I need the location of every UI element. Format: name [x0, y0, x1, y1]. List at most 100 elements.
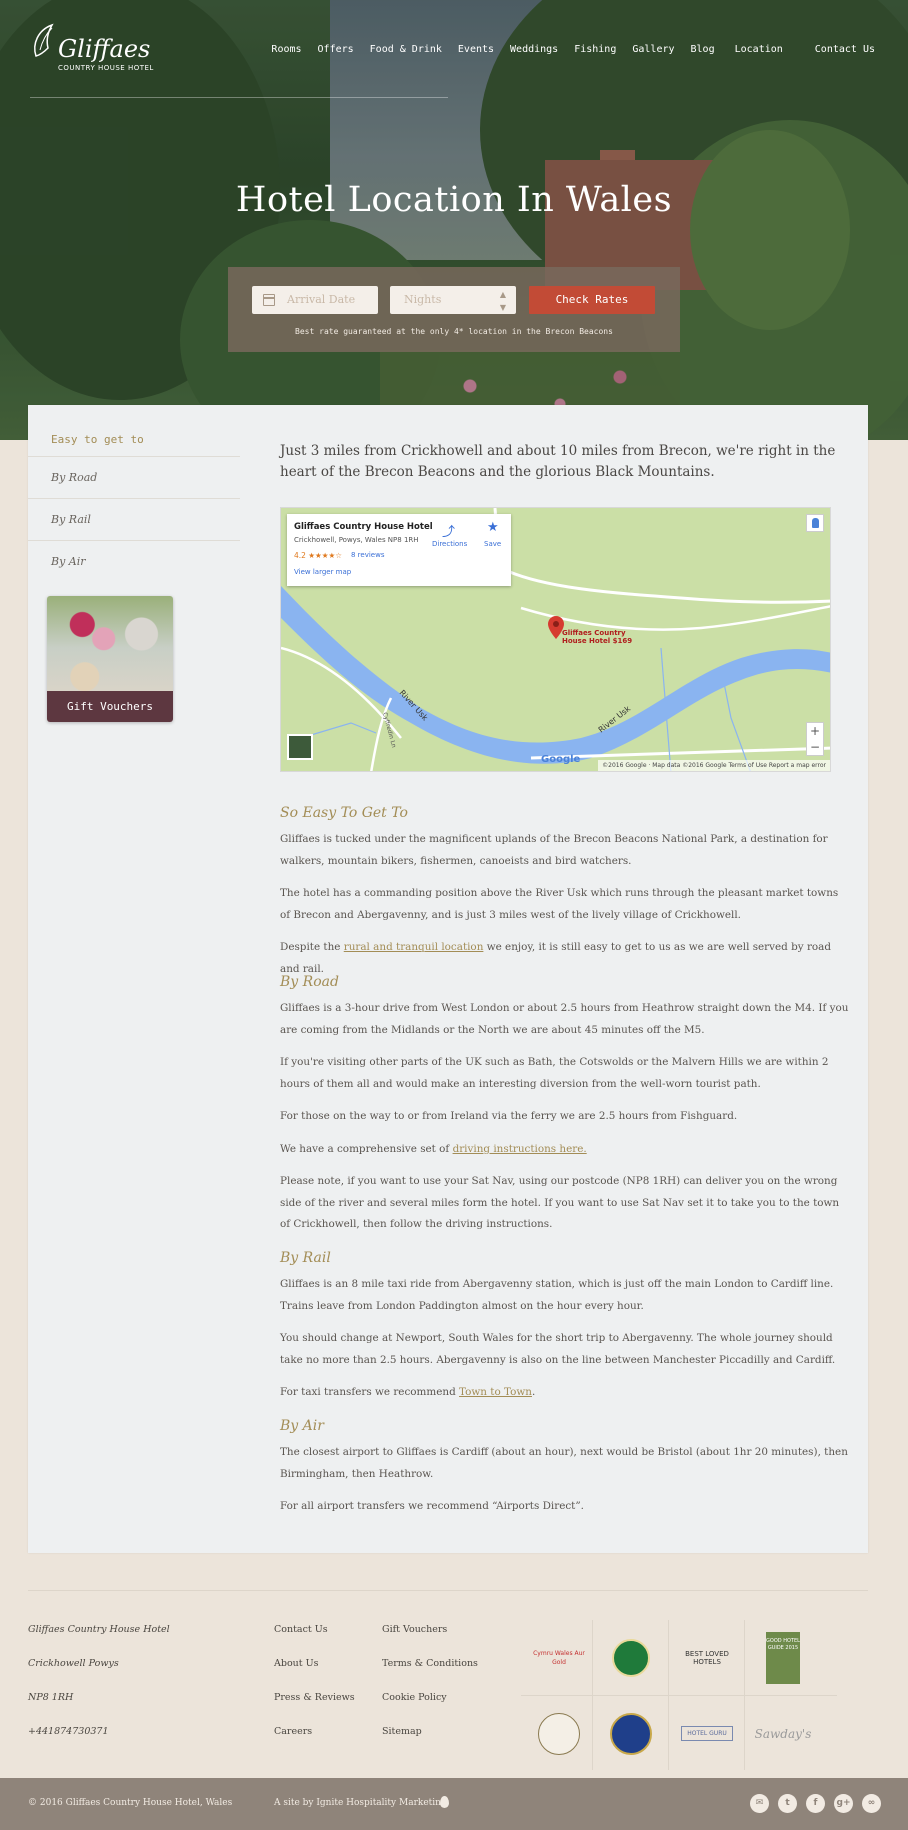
main-nav: Rooms Offers Food & Drink Events Wedding…: [271, 44, 875, 55]
footer-links-2: Gift Vouchers Terms & Conditions Cookie …: [382, 1620, 478, 1756]
select-arrows-icon: ▲ ▼: [499, 290, 506, 312]
sidebar-heading: Easy to get to: [28, 423, 240, 457]
nav-events[interactable]: Events: [458, 44, 494, 55]
slow-food-badge-icon[interactable]: [593, 1620, 669, 1695]
tripadvisor-icon[interactable]: ∞: [862, 1794, 881, 1813]
best-rate-note: Best rate guaranteed at the only 4* loca…: [295, 327, 613, 336]
footer-link-cookie[interactable]: Cookie Policy: [382, 1688, 478, 1722]
footer-link-vouchers[interactable]: Gift Vouchers: [382, 1620, 478, 1654]
good-hotel-guide-badge-icon[interactable]: GOOD HOTEL GUIDE 2015: [745, 1620, 821, 1695]
save-link[interactable]: Save: [484, 540, 501, 548]
nav-rooms[interactable]: Rooms: [271, 44, 301, 55]
sidebar: Easy to get to By Road By Rail By Air Gi…: [28, 423, 240, 722]
supporters-scheme-badge-icon[interactable]: [521, 1696, 597, 1771]
check-rates-button[interactable]: Check Rates: [529, 286, 655, 314]
rural-location-link[interactable]: rural and tranquil location: [344, 941, 484, 953]
directions-link[interactable]: Directions: [432, 540, 467, 548]
paragraph: Please note, if you want to use your Sat…: [280, 1175, 840, 1230]
mail-icon[interactable]: ✉: [750, 1794, 769, 1813]
content-card: Easy to get to By Road By Rail By Air Gi…: [28, 405, 868, 1553]
visit-wales-gold-badge-icon[interactable]: Cymru Wales Aur Gold: [521, 1620, 597, 1695]
intro-text: Just 3 miles from Crickhowell and about …: [280, 443, 836, 480]
sidebar-item-by-road[interactable]: By Road: [28, 457, 240, 499]
save-star-icon[interactable]: ★: [487, 520, 499, 535]
view-larger-map-link[interactable]: View larger map: [294, 568, 351, 576]
google-logo: Google: [541, 754, 581, 765]
section-by-road: By Road Gliffaes is a 3-hour drive from …: [280, 974, 850, 1247]
map-attribution: ©2016 Google · Map data ©2016 Google Ter…: [598, 760, 830, 771]
google-map[interactable]: River Usk River Usk Cyffredin Ln Gliffae…: [280, 507, 831, 772]
section-title: By Road: [280, 974, 339, 990]
nav-gallery[interactable]: Gallery: [632, 44, 674, 55]
logo-name: Gliffaes: [58, 35, 151, 63]
footer-address: Gliffaes Country House Hotel Crickhowell…: [28, 1620, 170, 1756]
page-title: Hotel Location In Wales: [235, 180, 673, 220]
section-by-rail: By Rail Gliffaes is an 8 mile taxi ride …: [280, 1250, 850, 1415]
footer-link-careers[interactable]: Careers: [274, 1722, 355, 1756]
paragraph: For those on the way to or from Ireland …: [280, 1110, 738, 1122]
map-place-name: Gliffaes Country House Hotel: [294, 522, 433, 532]
satellite-toggle[interactable]: [287, 734, 313, 760]
zoom-controls[interactable]: + −: [806, 722, 824, 756]
footer-link-press[interactable]: Press & Reviews: [274, 1688, 355, 1722]
footer-town: Crickhowell Powys: [28, 1658, 119, 1669]
map-pin-label: Gliffaes Country House Hotel $169: [562, 629, 633, 645]
sidebar-item-by-rail[interactable]: By Rail: [28, 499, 240, 541]
intro-block: Just 3 miles from Crickhowell and about …: [280, 441, 850, 483]
sawdays-badge-icon[interactable]: Sawday's: [745, 1696, 821, 1771]
nav-fishing[interactable]: Fishing: [574, 44, 616, 55]
nav-location[interactable]: Location: [735, 44, 783, 55]
voucher-photo: [47, 596, 173, 691]
paragraph: For taxi transfers we recommend Town to …: [280, 1386, 536, 1398]
sidebar-item-by-air[interactable]: By Air: [28, 541, 240, 583]
twitter-icon[interactable]: t: [778, 1794, 797, 1813]
nav-food-drink[interactable]: Food & Drink: [370, 44, 442, 55]
nav-contact-us[interactable]: Contact Us: [815, 44, 875, 55]
nav-weddings[interactable]: Weddings: [510, 44, 558, 55]
footer-divider: [28, 1590, 868, 1591]
paragraph: Gliffaes is a 3-hour drive from West Lon…: [280, 1002, 849, 1036]
town-to-town-link[interactable]: Town to Town: [459, 1386, 532, 1398]
logo[interactable]: Gliffaes COUNTRY HOUSE HOTEL: [30, 18, 153, 73]
nav-divider: [30, 97, 448, 98]
hotel-guru-badge-icon[interactable]: HOTEL GURU: [669, 1696, 745, 1771]
paragraph: You should change at Newport, South Wale…: [280, 1332, 836, 1366]
section-title: By Rail: [280, 1250, 331, 1266]
footer-bar: © 2016 Gliffaes Country House Hotel, Wal…: [0, 1778, 908, 1830]
map-reviews-link[interactable]: 8 reviews: [351, 551, 384, 559]
facebook-icon[interactable]: f: [806, 1794, 825, 1813]
logo-subtitle: COUNTRY HOUSE HOTEL: [58, 64, 154, 72]
directions-icon[interactable]: ⤴: [442, 521, 455, 540]
footer-phone[interactable]: +441874730371: [28, 1722, 170, 1756]
footer-link-about[interactable]: About Us: [274, 1654, 355, 1688]
driving-instructions-link[interactable]: driving instructions here.: [453, 1143, 587, 1155]
map-info-window: Gliffaes Country House Hotel Crickhowell…: [287, 514, 511, 586]
section-title: By Air: [280, 1418, 324, 1434]
footer-links-1: Contact Us About Us Press & Reviews Care…: [274, 1620, 355, 1756]
awards-badges: Cymru Wales Aur Gold BEST LOVED HOTELS G…: [521, 1620, 837, 1770]
britains-finest-badge-icon[interactable]: [593, 1696, 669, 1771]
footer-link-sitemap[interactable]: Sitemap: [382, 1722, 478, 1756]
ignite-flame-icon: [440, 1796, 449, 1808]
footer-link-terms[interactable]: Terms & Conditions: [382, 1654, 478, 1688]
paragraph: Gliffaes is tucked under the magnificent…: [280, 833, 828, 867]
section-by-air: By Air The closest airport to Gliffaes i…: [280, 1418, 850, 1529]
copyright: © 2016 Gliffaes Country House Hotel, Wal…: [28, 1798, 233, 1808]
best-loved-hotels-badge-icon[interactable]: BEST LOVED HOTELS: [669, 1620, 745, 1695]
nav-blog[interactable]: Blog: [691, 44, 715, 55]
calendar-icon: [263, 294, 275, 306]
booking-widget: Arrival Date Nights ▲ ▼ Check Rates Best …: [228, 267, 680, 352]
arrival-date-input[interactable]: Arrival Date: [252, 286, 378, 314]
map-address: Crickhowell, Powys, Wales NP8 1RH: [294, 536, 419, 544]
nights-select[interactable]: Nights ▲ ▼: [390, 286, 516, 314]
paragraph: If you're visiting other parts of the UK…: [280, 1056, 829, 1090]
footer-link-contact[interactable]: Contact Us: [274, 1620, 355, 1654]
googleplus-icon[interactable]: g+: [834, 1794, 853, 1813]
street-view-icon[interactable]: [806, 514, 824, 532]
nav-offers[interactable]: Offers: [318, 44, 354, 55]
section-so-easy: So Easy To Get To Gliffaes is tucked und…: [280, 805, 850, 991]
map-rating: 4.2 ★★★★☆: [294, 551, 342, 560]
gift-vouchers-promo[interactable]: Gift Vouchers: [47, 596, 173, 722]
footer-hotel-name: Gliffaes Country House Hotel: [28, 1624, 170, 1635]
agency-credit[interactable]: A site by Ignite Hospitality Marketing: [274, 1798, 447, 1808]
